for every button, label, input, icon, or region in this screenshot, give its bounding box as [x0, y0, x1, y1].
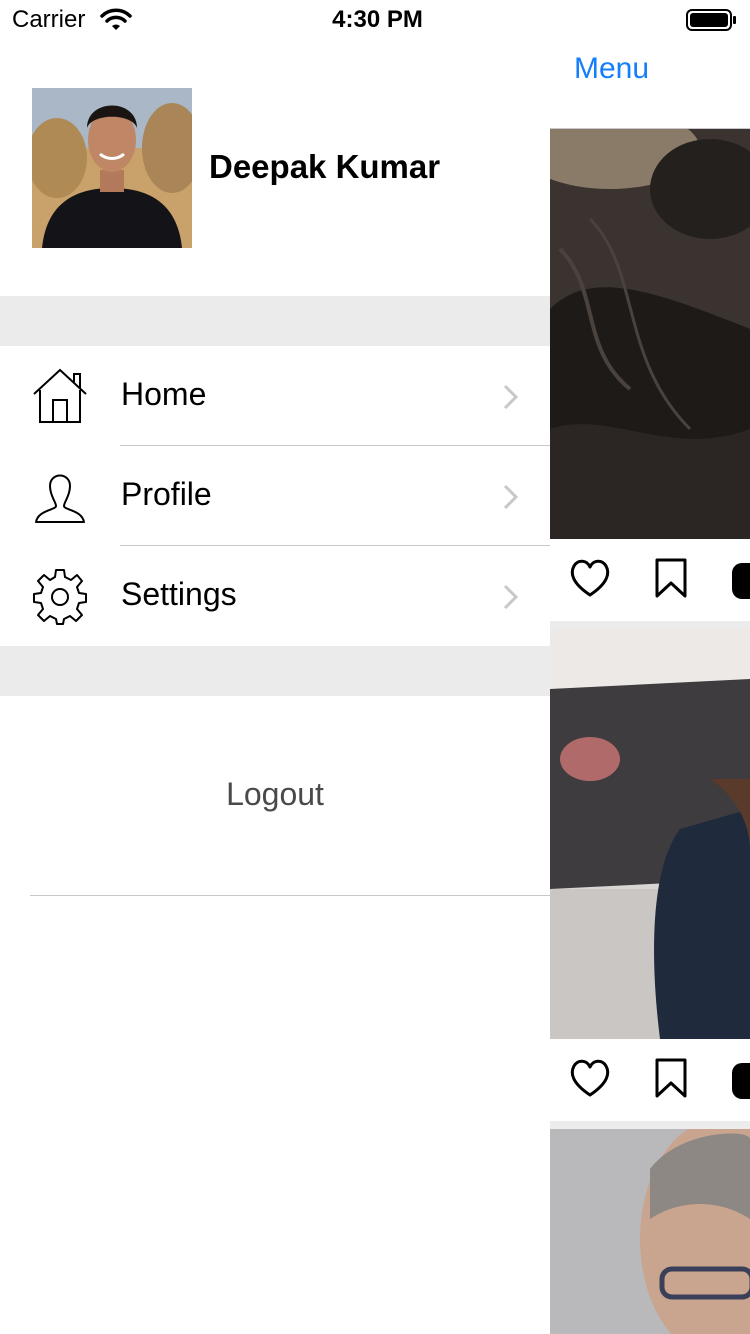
drawer-item-label: Profile [121, 476, 212, 512]
post-actions [550, 539, 750, 621]
heart-icon[interactable] [568, 1057, 612, 1104]
profile-icon [30, 466, 90, 526]
post-actions [550, 1039, 750, 1121]
section-separator [0, 296, 550, 346]
logout-label: Logout [226, 776, 324, 812]
drawer-item-profile[interactable]: Profile [0, 446, 550, 546]
chevron-right-icon [500, 482, 520, 517]
post-separator [550, 621, 750, 629]
post-photo[interactable] [550, 129, 750, 539]
logout-divider [30, 895, 550, 896]
drawer-item-home[interactable]: Home [0, 346, 550, 446]
comment-icon[interactable] [732, 563, 750, 604]
home-icon [30, 366, 90, 426]
drawer-item-label: Settings [121, 576, 237, 612]
heart-icon[interactable] [568, 557, 612, 604]
post-separator [550, 1121, 750, 1129]
avatar[interactable] [32, 88, 192, 248]
side-drawer: Deepak Kumar Home Profile Settings Logou… [0, 40, 550, 1334]
drawer-item-settings[interactable]: Settings [0, 546, 550, 646]
section-separator [0, 646, 550, 696]
post-photo[interactable] [550, 1129, 750, 1334]
chevron-right-icon [500, 582, 520, 617]
post-photo[interactable] [550, 629, 750, 1039]
bookmark-icon[interactable] [654, 557, 688, 604]
chevron-right-icon [500, 382, 520, 417]
menu-button[interactable]: Menu [574, 52, 649, 86]
drawer-item-label: Home [121, 376, 207, 412]
main-content: Menu [550, 0, 750, 1334]
logout-button[interactable]: Logout [0, 696, 550, 896]
comment-icon[interactable] [732, 1063, 750, 1104]
user-name: Deepak Kumar [209, 148, 441, 185]
gear-icon [30, 566, 90, 626]
bookmark-icon[interactable] [654, 1057, 688, 1104]
